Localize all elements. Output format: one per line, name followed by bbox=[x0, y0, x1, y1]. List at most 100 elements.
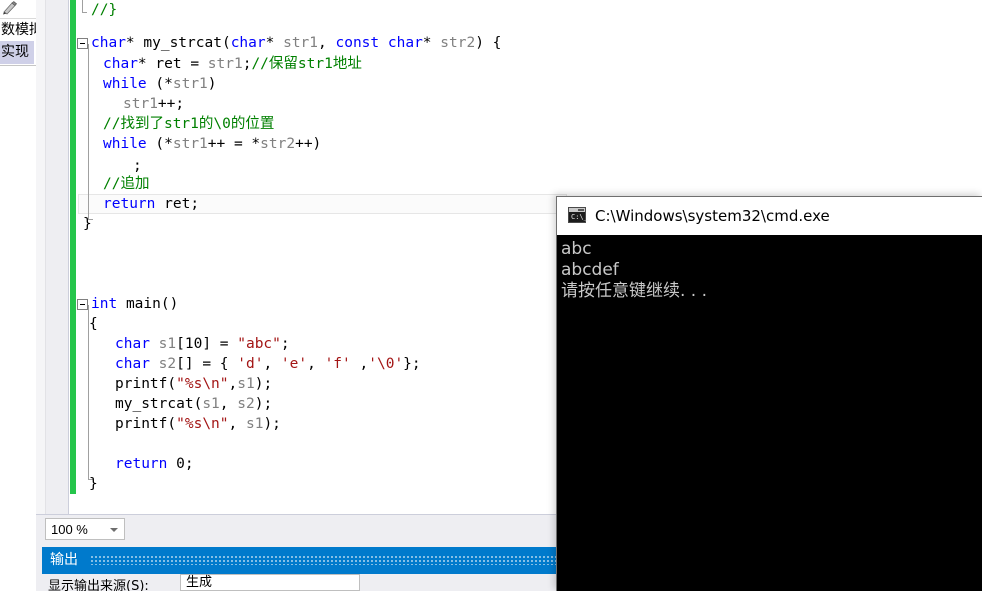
code-token: } bbox=[83, 216, 92, 232]
code-line[interactable]: char* ret = str1;//保留str1地址 bbox=[69, 54, 362, 74]
code-token: str1 bbox=[172, 136, 208, 152]
zoom-level-combobox[interactable]: 100 % bbox=[45, 518, 125, 540]
code-token: str1 bbox=[207, 56, 243, 72]
code-token: "abc" bbox=[237, 336, 281, 352]
code-token: str2 bbox=[260, 136, 296, 152]
code-token: //} bbox=[91, 2, 118, 18]
code-token: [] = { bbox=[176, 356, 238, 372]
code-token: ); bbox=[254, 376, 273, 392]
cmd-title-bar[interactable]: C:\_ C:\Windows\system32\cmd.exe bbox=[557, 197, 982, 235]
cmd-console-output[interactable]: abc abcdef 请按任意键继续. . . bbox=[557, 235, 982, 591]
cmd-icon: C:\_ bbox=[568, 207, 588, 223]
code-token: , bbox=[318, 35, 336, 51]
completion-item[interactable]: 数模拟 bbox=[0, 19, 36, 42]
code-token: [10] = bbox=[176, 336, 238, 352]
completion-popup[interactable]: 数模拟 实现 bbox=[0, 0, 37, 66]
code-token: char bbox=[91, 35, 126, 51]
code-line[interactable]: while (*str1) bbox=[69, 74, 217, 94]
completion-item-label: 实现 bbox=[1, 44, 29, 60]
code-line[interactable]: while (*str1++ = *str2++) bbox=[69, 134, 321, 154]
code-token: , bbox=[263, 356, 281, 372]
code-token: ) { bbox=[475, 35, 502, 51]
code-token: (* bbox=[146, 76, 173, 92]
code-line[interactable]: //找到了str1的\0的位置 bbox=[69, 114, 274, 134]
code-token: }; bbox=[403, 356, 421, 372]
code-token: '\0' bbox=[368, 356, 404, 372]
code-token: s1 bbox=[202, 396, 220, 412]
code-line[interactable]: { bbox=[69, 314, 98, 334]
code-token: } bbox=[89, 476, 98, 492]
code-token: , bbox=[228, 416, 246, 432]
output-source-value: 生成 bbox=[186, 575, 213, 590]
code-token: "%s\n" bbox=[176, 416, 229, 432]
code-token: ++ = * bbox=[207, 136, 261, 152]
code-token: ; bbox=[280, 336, 290, 352]
output-source-combobox[interactable]: 生成 bbox=[180, 574, 360, 591]
completion-item-label: 数模拟 bbox=[1, 22, 36, 38]
code-line[interactable]: my_strcat(s1, s2); bbox=[69, 394, 272, 414]
code-token: ret bbox=[164, 196, 191, 212]
editor-gutter-inner bbox=[36, 0, 46, 514]
code-token: return bbox=[103, 196, 156, 212]
console-output-line: 请按任意键继续. . . bbox=[561, 281, 708, 301]
code-token: //保留str1地址 bbox=[251, 56, 362, 72]
code-token: str1 bbox=[123, 96, 158, 112]
code-token: * bbox=[137, 56, 156, 72]
code-line[interactable]: printf("%s\n", s1); bbox=[69, 414, 281, 434]
code-token: str1 bbox=[283, 35, 319, 51]
code-line[interactable]: return 0; bbox=[69, 454, 194, 474]
output-source-label: 显示输出来源(S): bbox=[48, 579, 149, 591]
code-token: ++; bbox=[157, 96, 185, 112]
code-token: { bbox=[89, 316, 98, 332]
code-token: while bbox=[103, 136, 147, 152]
code-token: char bbox=[115, 356, 150, 372]
code-token: str1 bbox=[172, 76, 208, 92]
console-output-line: abc bbox=[561, 239, 592, 259]
code-token: s1 bbox=[245, 416, 264, 432]
cmd-console-window[interactable]: C:\_ C:\Windows\system32\cmd.exe abc abcd… bbox=[556, 196, 982, 591]
code-token: //追加 bbox=[103, 176, 150, 192]
code-token: = bbox=[181, 56, 208, 72]
code-token: ) bbox=[207, 76, 217, 92]
completion-item-selected[interactable]: 实现 bbox=[0, 41, 34, 64]
code-line[interactable]: ; bbox=[69, 156, 142, 176]
code-token: ); bbox=[254, 396, 273, 412]
output-pane-title: 输出 bbox=[50, 552, 78, 568]
chevron-down-icon[interactable] bbox=[110, 528, 118, 532]
code-token: ); bbox=[263, 416, 281, 432]
code-line[interactable]: str1++; bbox=[69, 94, 184, 114]
code-line[interactable]: //追加 bbox=[69, 174, 149, 194]
code-line[interactable]: int main() bbox=[69, 294, 178, 314]
code-token: my_strcat bbox=[143, 35, 222, 51]
code-line[interactable]: printf("%s\n",s1); bbox=[69, 374, 272, 394]
code-token: s2 bbox=[237, 396, 255, 412]
app-window: 数模拟 实现 //}char* my_strcat(char* str1, co… bbox=[0, 0, 982, 591]
code-token: ; bbox=[184, 456, 194, 472]
code-token: 'd' bbox=[237, 356, 264, 372]
code-line[interactable]: char* my_strcat(char* str1, const char* … bbox=[69, 33, 501, 53]
code-token: "%s\n" bbox=[176, 376, 229, 392]
code-line[interactable]: char s1[10] = "abc"; bbox=[69, 334, 290, 354]
code-token: , bbox=[228, 376, 238, 392]
code-token: * bbox=[265, 35, 284, 51]
code-line[interactable]: return ret; bbox=[69, 194, 199, 214]
code-token: printf bbox=[115, 416, 168, 432]
code-line[interactable]: } bbox=[69, 474, 98, 494]
code-token: str2 bbox=[440, 35, 476, 51]
code-token: s1 bbox=[237, 376, 255, 392]
code-token: 'e' bbox=[280, 356, 308, 372]
completion-popup-toolbar bbox=[0, 0, 36, 19]
code-token: * bbox=[422, 35, 441, 51]
code-token: s1 bbox=[158, 336, 177, 352]
pencil-icon bbox=[3, 1, 18, 15]
code-line[interactable]: char s2[] = { 'd', 'e', 'f' ,'\0'}; bbox=[69, 354, 421, 374]
code-token: s2 bbox=[158, 356, 177, 372]
code-line[interactable]: } bbox=[69, 214, 92, 234]
code-line[interactable]: //} bbox=[69, 0, 117, 20]
